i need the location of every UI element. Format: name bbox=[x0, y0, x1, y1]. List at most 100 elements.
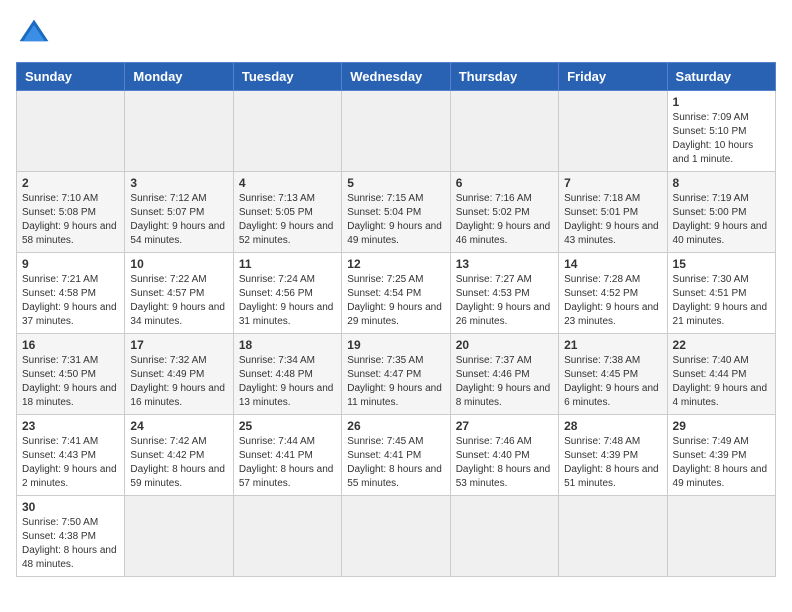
calendar-week-row: 16 Sunrise: 7:31 AM Sunset: 4:50 PM Dayli… bbox=[17, 334, 776, 415]
calendar-week-row: 23 Sunrise: 7:41 AM Sunset: 4:43 PM Dayli… bbox=[17, 415, 776, 496]
calendar-day-cell: 7Sunrise: 7:18 AM Sunset: 5:01 PM Daylig… bbox=[559, 172, 667, 253]
day-info: Sunrise: 7:32 AM Sunset: 4:49 PM Dayligh… bbox=[130, 354, 227, 410]
calendar-day-cell bbox=[17, 91, 125, 172]
weekday-header-thursday: Thursday bbox=[450, 63, 558, 91]
day-number: 4 bbox=[239, 176, 336, 190]
calendar-day-cell: 6 Sunrise: 7:16 AM Sunset: 5:02 PM Daylig… bbox=[450, 172, 558, 253]
day-number: 25 bbox=[239, 419, 336, 433]
day-info: Sunrise: 7:34 AM Sunset: 4:48 PM Dayligh… bbox=[239, 354, 336, 410]
calendar-day-cell: 19 Sunrise: 7:35 AM Sunset: 4:47 PM Dayli… bbox=[342, 334, 450, 415]
day-info: Sunrise: 7:28 AM Sunset: 4:52 PM Dayligh… bbox=[564, 273, 661, 329]
calendar-day-cell: 4 Sunrise: 7:13 AM Sunset: 5:05 PM Daylig… bbox=[233, 172, 341, 253]
day-info: Sunrise: 7:41 AM Sunset: 4:43 PM Dayligh… bbox=[22, 435, 119, 491]
calendar-day-cell: 13Sunrise: 7:27 AM Sunset: 4:53 PM Dayli… bbox=[450, 253, 558, 334]
weekday-header-tuesday: Tuesday bbox=[233, 63, 341, 91]
day-number: 6 bbox=[456, 176, 553, 190]
day-number: 10 bbox=[130, 257, 227, 271]
day-number: 24 bbox=[130, 419, 227, 433]
day-info: Sunrise: 7:37 AM Sunset: 4:46 PM Dayligh… bbox=[456, 354, 553, 410]
day-number: 21 bbox=[564, 338, 661, 352]
calendar-day-cell: 8 Sunrise: 7:19 AM Sunset: 5:00 PM Daylig… bbox=[667, 172, 775, 253]
day-number: 15 bbox=[673, 257, 770, 271]
calendar-day-cell bbox=[559, 91, 667, 172]
day-number: 20 bbox=[456, 338, 553, 352]
calendar-day-cell bbox=[450, 91, 558, 172]
day-number: 12 bbox=[347, 257, 444, 271]
day-info: Sunrise: 7:10 AM Sunset: 5:08 PM Dayligh… bbox=[22, 192, 119, 248]
day-number: 18 bbox=[239, 338, 336, 352]
calendar-day-cell bbox=[233, 496, 341, 577]
day-info: Sunrise: 7:25 AM Sunset: 4:54 PM Dayligh… bbox=[347, 273, 444, 329]
calendar-day-cell bbox=[342, 496, 450, 577]
day-number: 19 bbox=[347, 338, 444, 352]
calendar-day-cell: 12 Sunrise: 7:25 AM Sunset: 4:54 PM Dayli… bbox=[342, 253, 450, 334]
calendar-day-cell bbox=[125, 91, 233, 172]
day-number: 26 bbox=[347, 419, 444, 433]
header bbox=[16, 16, 776, 52]
calendar-day-cell: 18 Sunrise: 7:34 AM Sunset: 4:48 PM Dayli… bbox=[233, 334, 341, 415]
calendar-day-cell: 25 Sunrise: 7:44 AM Sunset: 4:41 PM Dayli… bbox=[233, 415, 341, 496]
day-info: Sunrise: 7:35 AM Sunset: 4:47 PM Dayligh… bbox=[347, 354, 444, 410]
generalblue-logo-icon bbox=[16, 16, 52, 52]
day-info: Sunrise: 7:15 AM Sunset: 5:04 PM Dayligh… bbox=[347, 192, 444, 248]
calendar-day-cell bbox=[559, 496, 667, 577]
day-info: Sunrise: 7:49 AM Sunset: 4:39 PM Dayligh… bbox=[673, 435, 770, 491]
calendar-day-cell: 9 Sunrise: 7:21 AM Sunset: 4:58 PM Daylig… bbox=[17, 253, 125, 334]
calendar-week-row: 1Sunrise: 7:09 AM Sunset: 5:10 PM Daylig… bbox=[17, 91, 776, 172]
day-number: 8 bbox=[673, 176, 770, 190]
calendar-day-cell: 14 Sunrise: 7:28 AM Sunset: 4:52 PM Dayli… bbox=[559, 253, 667, 334]
day-info: Sunrise: 7:24 AM Sunset: 4:56 PM Dayligh… bbox=[239, 273, 336, 329]
weekday-header-sunday: Sunday bbox=[17, 63, 125, 91]
calendar-day-cell: 10 Sunrise: 7:22 AM Sunset: 4:57 PM Dayli… bbox=[125, 253, 233, 334]
calendar-day-cell: 2 Sunrise: 7:10 AM Sunset: 5:08 PM Daylig… bbox=[17, 172, 125, 253]
day-number: 16 bbox=[22, 338, 119, 352]
day-number: 11 bbox=[239, 257, 336, 271]
day-number: 14 bbox=[564, 257, 661, 271]
calendar-day-cell: 1Sunrise: 7:09 AM Sunset: 5:10 PM Daylig… bbox=[667, 91, 775, 172]
day-info: Sunrise: 7:48 AM Sunset: 4:39 PM Dayligh… bbox=[564, 435, 661, 491]
calendar-day-cell: 22 Sunrise: 7:40 AM Sunset: 4:44 PM Dayli… bbox=[667, 334, 775, 415]
day-info: Sunrise: 7:46 AM Sunset: 4:40 PM Dayligh… bbox=[456, 435, 553, 491]
day-info: Sunrise: 7:50 AM Sunset: 4:38 PM Dayligh… bbox=[22, 516, 119, 572]
weekday-header-saturday: Saturday bbox=[667, 63, 775, 91]
calendar-header-row: SundayMondayTuesdayWednesdayThursdayFrid… bbox=[17, 63, 776, 91]
day-info: Sunrise: 7:12 AM Sunset: 5:07 PM Dayligh… bbox=[130, 192, 227, 248]
calendar-day-cell bbox=[342, 91, 450, 172]
day-number: 2 bbox=[22, 176, 119, 190]
calendar-day-cell: 17 Sunrise: 7:32 AM Sunset: 4:49 PM Dayli… bbox=[125, 334, 233, 415]
day-info: Sunrise: 7:44 AM Sunset: 4:41 PM Dayligh… bbox=[239, 435, 336, 491]
day-info: Sunrise: 7:30 AM Sunset: 4:51 PM Dayligh… bbox=[673, 273, 770, 329]
day-number: 30 bbox=[22, 500, 119, 514]
calendar-day-cell bbox=[125, 496, 233, 577]
day-number: 3 bbox=[130, 176, 227, 190]
day-number: 1 bbox=[673, 95, 770, 109]
day-info: Sunrise: 7:27 AM Sunset: 4:53 PM Dayligh… bbox=[456, 273, 553, 329]
calendar-week-row: 30 Sunrise: 7:50 AM Sunset: 4:38 PM Dayli… bbox=[17, 496, 776, 577]
day-number: 5 bbox=[347, 176, 444, 190]
calendar-week-row: 2 Sunrise: 7:10 AM Sunset: 5:08 PM Daylig… bbox=[17, 172, 776, 253]
calendar-day-cell: 27Sunrise: 7:46 AM Sunset: 4:40 PM Dayli… bbox=[450, 415, 558, 496]
day-info: Sunrise: 7:16 AM Sunset: 5:02 PM Dayligh… bbox=[456, 192, 553, 248]
day-info: Sunrise: 7:40 AM Sunset: 4:44 PM Dayligh… bbox=[673, 354, 770, 410]
calendar-day-cell: 30 Sunrise: 7:50 AM Sunset: 4:38 PM Dayli… bbox=[17, 496, 125, 577]
calendar-day-cell: 29 Sunrise: 7:49 AM Sunset: 4:39 PM Dayli… bbox=[667, 415, 775, 496]
day-info: Sunrise: 7:21 AM Sunset: 4:58 PM Dayligh… bbox=[22, 273, 119, 329]
day-info: Sunrise: 7:31 AM Sunset: 4:50 PM Dayligh… bbox=[22, 354, 119, 410]
day-info: Sunrise: 7:45 AM Sunset: 4:41 PM Dayligh… bbox=[347, 435, 444, 491]
day-number: 29 bbox=[673, 419, 770, 433]
calendar-day-cell bbox=[233, 91, 341, 172]
logo bbox=[16, 16, 56, 52]
day-number: 23 bbox=[22, 419, 119, 433]
day-number: 17 bbox=[130, 338, 227, 352]
day-number: 22 bbox=[673, 338, 770, 352]
day-info: Sunrise: 7:18 AM Sunset: 5:01 PM Dayligh… bbox=[564, 192, 661, 248]
day-info: Sunrise: 7:19 AM Sunset: 5:00 PM Dayligh… bbox=[673, 192, 770, 248]
day-info: Sunrise: 7:13 AM Sunset: 5:05 PM Dayligh… bbox=[239, 192, 336, 248]
day-info: Sunrise: 7:42 AM Sunset: 4:42 PM Dayligh… bbox=[130, 435, 227, 491]
weekday-header-friday: Friday bbox=[559, 63, 667, 91]
day-number: 9 bbox=[22, 257, 119, 271]
calendar-day-cell: 16 Sunrise: 7:31 AM Sunset: 4:50 PM Dayli… bbox=[17, 334, 125, 415]
day-info: Sunrise: 7:22 AM Sunset: 4:57 PM Dayligh… bbox=[130, 273, 227, 329]
calendar-day-cell: 28Sunrise: 7:48 AM Sunset: 4:39 PM Dayli… bbox=[559, 415, 667, 496]
calendar-day-cell: 23 Sunrise: 7:41 AM Sunset: 4:43 PM Dayli… bbox=[17, 415, 125, 496]
